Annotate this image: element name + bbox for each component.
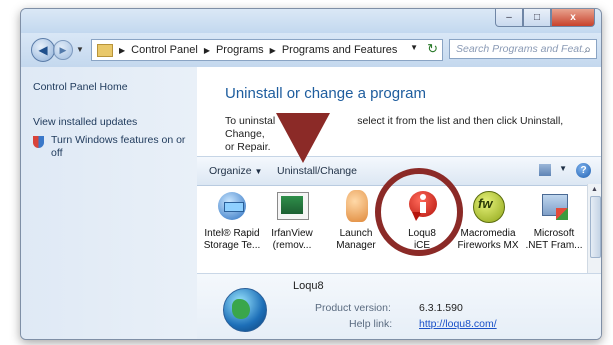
launch-manager-icon [338, 188, 374, 224]
program-item-microsoft-net[interactable]: Microsoft .NET Fram... [523, 188, 585, 252]
view-dropdown-icon[interactable]: ▼ [559, 164, 567, 173]
organize-label: Organize [209, 165, 252, 177]
forward-arrow-icon: ▶ [59, 44, 67, 55]
search-input[interactable]: Search Programs and Feat... ⌕ [449, 39, 597, 59]
annotation-arrow [276, 113, 330, 163]
program-label-line1: Intel® Rapid [204, 228, 260, 239]
sidebar-item-view-installed-updates[interactable]: View installed updates [33, 116, 137, 128]
chevron-right-icon[interactable]: ▶ [270, 46, 276, 55]
program-item-intel-rapid-storage[interactable]: Intel® Rapid Storage Te... [201, 188, 263, 252]
description-left: To uninstal [225, 115, 276, 127]
sidebar: Control Panel Home View installed update… [21, 67, 197, 339]
search-icon[interactable]: ⌕ [584, 42, 591, 57]
program-item-macromedia-fireworks[interactable]: fw Macromedia Fireworks MX [457, 188, 519, 252]
program-label-line1: Launch [339, 228, 373, 239]
change-view-icon[interactable] [539, 164, 551, 176]
close-button[interactable]: x [551, 9, 595, 27]
back-arrow-icon: ◀ [38, 43, 48, 57]
annotation-circle [375, 168, 463, 256]
page-title: Uninstall or change a program [225, 85, 426, 102]
scrollbar-thumb[interactable] [590, 196, 601, 258]
help-link[interactable]: http://loqu8.com/ [419, 318, 497, 330]
organize-dropdown-icon: ▼ [254, 167, 263, 176]
program-label-line1: Macromedia [460, 228, 516, 239]
sidebar-item-control-panel-home[interactable]: Control Panel Home [33, 81, 128, 93]
fireworks-icon: fw [470, 188, 506, 224]
minimize-button[interactable]: – [495, 9, 523, 27]
help-icon[interactable]: ? [576, 163, 591, 178]
refresh-icon[interactable]: ↻ [427, 41, 438, 57]
program-label-line1: Microsoft [533, 228, 575, 239]
chevron-right-icon[interactable]: ▶ [204, 46, 210, 55]
dotnet-icon [536, 188, 572, 224]
window-controls: – □ x [495, 9, 595, 27]
program-label-line2: Fireworks MX [457, 240, 519, 251]
help-link-label: Help link: [349, 318, 393, 330]
sidebar-item-windows-features[interactable]: Turn Windows features on or off [51, 134, 191, 160]
address-dropdown-icon[interactable]: ▼ [410, 43, 418, 52]
program-label-line2: Storage Te... [203, 240, 261, 251]
program-list-scrollbar[interactable]: ▲ [587, 184, 601, 274]
control-panel-folder-icon [97, 43, 113, 57]
details-program-name: Loqu8 [293, 280, 324, 292]
breadcrumb-programs-and-features[interactable]: Programs and Features [282, 44, 398, 56]
recent-pages-dropdown-icon[interactable]: ▼ [76, 45, 84, 54]
intel-rapid-storage-icon [214, 188, 250, 224]
title-bar: – □ x [21, 9, 601, 33]
program-item-irfanview[interactable]: IrfanView (remov... [261, 188, 323, 252]
scroll-up-icon[interactable]: ▲ [591, 186, 598, 193]
forward-button[interactable]: ▶ [53, 40, 73, 60]
search-placeholder: Search Programs and Feat... [456, 43, 591, 55]
globe-icon [223, 288, 267, 332]
breadcrumb-control-panel[interactable]: Control Panel [131, 44, 198, 56]
address-bar[interactable]: ▶ Control Panel ▶ Programs ▶ Programs an… [91, 39, 443, 61]
chevron-right-icon[interactable]: ▶ [119, 46, 125, 55]
product-version-label: Product version: [315, 302, 391, 314]
program-label-line1: IrfanView [271, 228, 313, 239]
organize-button[interactable]: Organize ▼ [209, 165, 262, 177]
maximize-button[interactable]: □ [523, 9, 551, 27]
uninstall-change-button[interactable]: Uninstall/Change [277, 165, 357, 177]
navigation-bar: ◀ ▶ ▼ ▶ Control Panel ▶ Programs ▶ Progr… [21, 33, 601, 67]
program-label-line2: Manager [336, 240, 376, 251]
program-label-line2: .NET Fram... [525, 240, 583, 251]
product-version-value: 6.3.1.590 [419, 302, 463, 314]
program-label-line2: (remov... [272, 240, 312, 251]
irfanview-icon [274, 188, 310, 224]
programs-features-window: – □ x ◀ ▶ ▼ ▶ Control Panel ▶ Programs ▶… [20, 8, 602, 340]
shield-icon [33, 136, 44, 148]
details-pane: Loqu8 Product version: 6.3.1.590 Help li… [197, 273, 601, 339]
back-button[interactable]: ◀ [31, 38, 55, 62]
breadcrumb-programs[interactable]: Programs [216, 44, 264, 56]
description-line2: or Repair. [225, 141, 271, 153]
